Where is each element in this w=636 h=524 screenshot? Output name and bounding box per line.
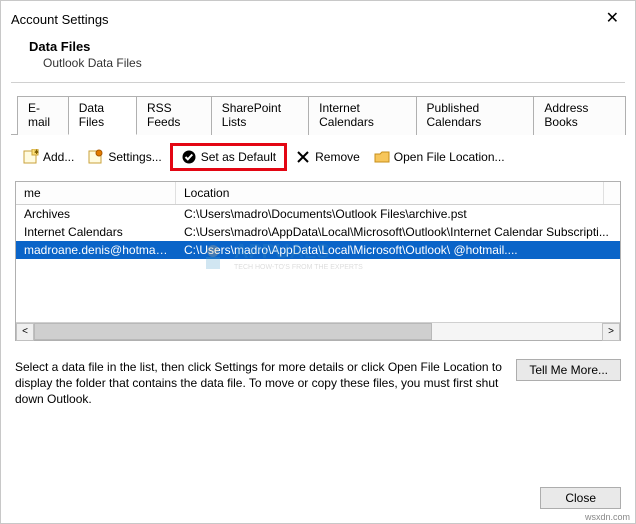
settings-label: Settings... <box>108 150 161 164</box>
open-file-location-button[interactable]: Open File Location... <box>368 147 511 167</box>
set-default-button[interactable]: Set as Default <box>175 147 282 167</box>
open-file-location-label: Open File Location... <box>394 150 505 164</box>
cell-location: C:\Users\madro\AppData\Local\Microsoft\O… <box>176 224 620 240</box>
column-name[interactable]: me <box>16 182 176 204</box>
header-title: Data Files <box>29 39 625 54</box>
close-icon[interactable]: ✕ <box>598 7 627 31</box>
window-title: Account Settings <box>11 12 109 27</box>
cell-location: C:\Users\madro\AppData\Local\Microsoft\O… <box>176 242 620 258</box>
scroll-right-icon[interactable]: > <box>602 323 620 341</box>
scroll-track[interactable] <box>34 323 602 340</box>
dialog-footer: Close <box>1 477 635 523</box>
attribution: wsxdn.com <box>585 512 630 522</box>
table-row[interactable]: Archives C:\Users\madro\Documents\Outloo… <box>16 205 620 223</box>
add-label: Add... <box>43 150 74 164</box>
add-icon: ✱ <box>23 149 39 165</box>
table-body: Archives C:\Users\madro\Documents\Outloo… <box>16 205 620 322</box>
tab-email[interactable]: E-mail <box>17 96 69 135</box>
column-end <box>604 182 620 204</box>
add-button[interactable]: ✱ Add... <box>17 147 80 167</box>
tab-internet-calendars[interactable]: Internet Calendars <box>308 96 416 135</box>
cell-location: C:\Users\madro\Documents\Outlook Files\a… <box>176 206 620 222</box>
info-row: Select a data file in the list, then cli… <box>1 341 635 408</box>
cell-name: Internet Calendars <box>16 224 176 240</box>
data-files-table: me Location Archives C:\Users\madro\Docu… <box>15 181 621 341</box>
tab-published-calendars[interactable]: Published Calendars <box>416 96 535 135</box>
tab-strip: E-mail Data Files RSS Feeds SharePoint L… <box>11 95 625 135</box>
horizontal-scrollbar[interactable]: < > <box>16 322 620 340</box>
watermark-tag: TECH HOW-TO'S FROM THE EXPERTS <box>234 264 363 271</box>
remove-icon <box>295 149 311 165</box>
titlebar: Account Settings ✕ <box>1 1 635 33</box>
tab-data-files[interactable]: Data Files <box>68 96 137 135</box>
divider <box>11 82 625 83</box>
cell-name: madroane.denis@hotmail.c... <box>16 242 176 258</box>
remove-label: Remove <box>315 150 360 164</box>
header-subtitle: Outlook Data Files <box>29 56 625 70</box>
highlight-set-default: Set as Default <box>170 143 287 171</box>
tab-address-books[interactable]: Address Books <box>533 96 626 135</box>
close-button[interactable]: Close <box>540 487 621 509</box>
table-row[interactable]: Internet Calendars C:\Users\madro\AppDat… <box>16 223 620 241</box>
settings-icon <box>88 149 104 165</box>
svg-text:✱: ✱ <box>34 149 39 156</box>
folder-icon <box>374 149 390 165</box>
dialog-header: Data Files Outlook Data Files <box>1 33 635 78</box>
check-circle-icon <box>181 149 197 165</box>
info-text: Select a data file in the list, then cli… <box>15 359 506 408</box>
cell-name: Archives <box>16 206 176 222</box>
account-settings-dialog: Account Settings ✕ Data Files Outlook Da… <box>0 0 636 524</box>
toolbar: ✱ Add... Settings... Set as Default Remo… <box>1 135 635 181</box>
tab-sharepoint-lists[interactable]: SharePoint Lists <box>211 96 309 135</box>
table-row-selected[interactable]: madroane.denis@hotmail.c... C:\Users\mad… <box>16 241 620 259</box>
tell-me-more-button[interactable]: Tell Me More... <box>516 359 621 381</box>
set-default-label: Set as Default <box>201 150 276 164</box>
scroll-thumb[interactable] <box>34 323 432 340</box>
settings-button[interactable]: Settings... <box>82 147 167 167</box>
column-location[interactable]: Location <box>176 182 604 204</box>
tab-rss-feeds[interactable]: RSS Feeds <box>136 96 212 135</box>
remove-button[interactable]: Remove <box>289 147 366 167</box>
table-header: me Location <box>16 182 620 205</box>
scroll-left-icon[interactable]: < <box>16 323 34 341</box>
